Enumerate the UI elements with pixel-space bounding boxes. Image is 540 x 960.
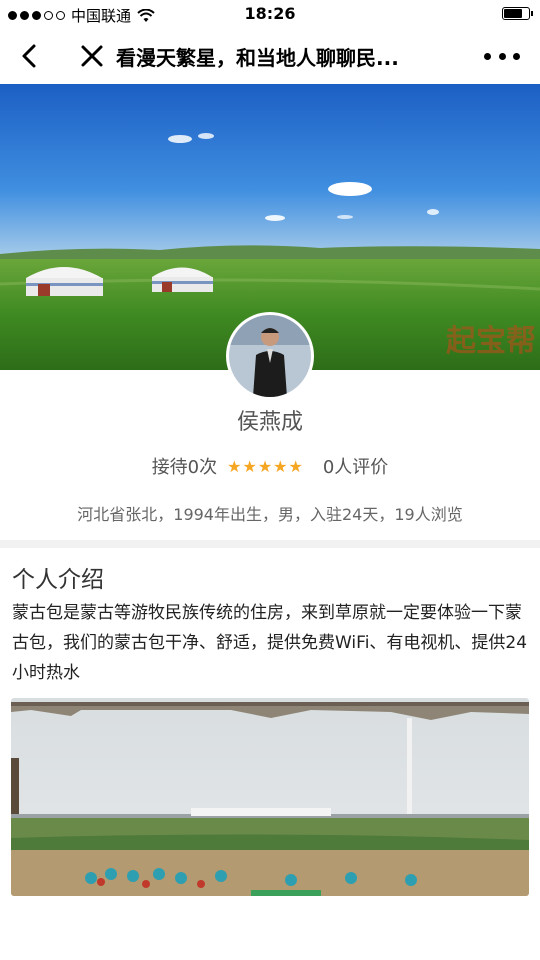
star-icon: ★ [227, 456, 242, 476]
back-arrow-icon[interactable] [14, 40, 46, 72]
reception-count: 接待0次 [151, 457, 218, 478]
more-options-button[interactable] [484, 40, 520, 72]
star-icon: ★ [288, 456, 303, 476]
page-title: 看漫天繁星，和当地人聊聊民... [116, 46, 399, 70]
star-icon: ★ [257, 456, 273, 476]
intro-text: 蒙古包是蒙古等游牧民族传统的住房，来到草原就一定要体验一下蒙古包，我们的蒙古包干… [12, 603, 528, 683]
grassland-performance-photo [11, 698, 529, 896]
review-count[interactable]: 0人评价 [323, 453, 388, 479]
watermark-logo: 起宝帮 [446, 324, 536, 359]
star-icon: ★ [242, 456, 257, 476]
intro-photo[interactable] [11, 698, 529, 896]
star-icon: ★ [273, 456, 288, 476]
avatar-photo [229, 315, 311, 397]
battery-icon [502, 7, 533, 20]
section-divider [0, 540, 540, 548]
nav-bar: 看漫天繁星，和当地人聊聊民... [0, 28, 540, 84]
close-icon[interactable] [76, 40, 108, 72]
host-info: 河北省张北，1994年出生，男，入驻24天，19人浏览 [77, 505, 463, 524]
intro-heading: 个人介绍 [12, 567, 104, 593]
status-time: 18:26 [244, 4, 296, 23]
status-bar: 中国联通 18:26 [0, 0, 540, 28]
avatar[interactable] [226, 312, 314, 400]
host-name: 侯燕成 [236, 410, 303, 435]
host-stats: 接待0次 ★ ★ ★ ★ ★ 0人评价 [0, 452, 540, 480]
rating-stars: ★ ★ ★ ★ ★ [227, 457, 303, 476]
